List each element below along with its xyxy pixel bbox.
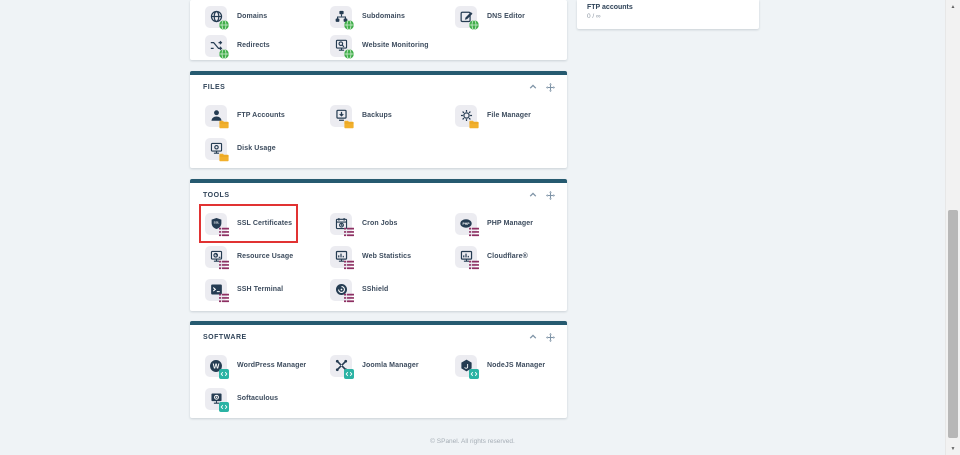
section-title-tools: TOOLS [203, 192, 229, 199]
files-items-grid: FTP Accounts Backups File Manager Disk Usag… [190, 99, 567, 165]
item-label: SSH Terminal [237, 286, 283, 293]
domains-items-grid: Domains Subdomains DNS Editor Redirects Webs… [190, 0, 567, 60]
software-section-header: SOFTWARE [190, 325, 567, 349]
item-label: Joomla Manager [362, 362, 419, 369]
item-ftp-accounts[interactable]: FTP Accounts [205, 99, 285, 132]
item-dns-editor[interactable]: DNS Editor [455, 2, 525, 31]
item-label: Subdomains [362, 13, 405, 20]
terminal-icon [205, 279, 227, 301]
nodejs-icon [455, 355, 477, 377]
edit-pencil-icon [455, 6, 477, 28]
item-ssl-certificates[interactable]: SSL SSL Certificates [205, 207, 292, 240]
monitor-search-icon [330, 35, 352, 57]
stats-card-value: 0 / ∞ [587, 13, 749, 20]
item-wordpress-manager[interactable]: W WordPress Manager [205, 349, 306, 382]
move-icon[interactable] [546, 191, 555, 200]
spiral-shield-icon [330, 279, 352, 301]
item-label: Softaculous [237, 395, 278, 402]
screen-smile-icon [205, 388, 227, 410]
item-label: NodeJS Manager [487, 362, 545, 369]
item-backups[interactable]: Backups [330, 99, 392, 132]
item-ssh-terminal[interactable]: SSH Terminal [205, 273, 283, 306]
item-label: Resource Usage [237, 253, 293, 260]
section-card-domains: Domains Subdomains DNS Editor Redirects Webs… [190, 0, 567, 60]
item-cron-jobs[interactable]: Cron Jobs [330, 207, 398, 240]
tools-items-grid: SSL SSL Certificates Cron Jobs PHP PHP Manag… [190, 207, 567, 306]
gauge-screen-icon [205, 246, 227, 268]
item-label: Cron Jobs [362, 220, 398, 227]
item-label: FTP Accounts [237, 112, 285, 119]
move-icon[interactable] [546, 333, 555, 342]
chevron-up-icon[interactable] [529, 333, 537, 341]
item-label: SShield [362, 286, 388, 293]
shuffle-arrows-icon [205, 35, 227, 57]
item-label: Redirects [237, 42, 270, 49]
item-resource-usage[interactable]: Resource Usage [205, 240, 293, 273]
scroll-down-arrow-icon[interactable]: ▼ [946, 443, 960, 454]
item-disk-usage[interactable]: Disk Usage [205, 132, 276, 165]
section-card-tools: TOOLS SSLSSL CertificatesCron JobsPHPPHP… [190, 179, 567, 311]
ssl-shield-icon: SSL [205, 213, 227, 235]
scrollbar[interactable]: ▲ ▼ [945, 0, 960, 455]
section-title-files: FILES [203, 84, 225, 91]
item-label: WordPress Manager [237, 362, 306, 369]
software-header-actions [529, 333, 555, 342]
usage-stats-card: FTP accounts 0 / ∞ [577, 0, 759, 29]
user-icon [205, 105, 227, 127]
item-label: Web Statistics [362, 253, 411, 260]
svg-text:PHP: PHP [462, 222, 470, 226]
chevron-up-icon[interactable] [529, 191, 537, 199]
item-label: SSL Certificates [237, 220, 292, 227]
page: Domains Subdomains DNS Editor Redirects Webs… [0, 0, 960, 455]
move-icon[interactable] [546, 83, 555, 92]
screen-disk-icon [205, 138, 227, 160]
scroll-up-arrow-icon[interactable]: ▲ [946, 1, 960, 12]
files-header-actions [529, 83, 555, 92]
section-card-files: FILES FTP Accounts Backups File Manager Dis… [190, 71, 567, 168]
section-title-software: SOFTWARE [203, 334, 247, 341]
chart-screen-icon [330, 246, 352, 268]
wordpress-icon: W [205, 355, 227, 377]
item-cloudflare[interactable]: Cloudflare® [455, 240, 528, 273]
item-website-monitoring[interactable]: Website Monitoring [330, 31, 429, 60]
item-label: PHP Manager [487, 220, 533, 227]
item-label: Website Monitoring [362, 42, 429, 49]
software-items-grid: W WordPress Manager Joomla Manager NodeJS M… [190, 349, 567, 415]
item-nodejs-manager[interactable]: NodeJS Manager [455, 349, 545, 382]
item-web-statistics[interactable]: Web Statistics [330, 240, 411, 273]
item-subdomains[interactable]: Subdomains [330, 2, 405, 31]
files-section-header: FILES [190, 75, 567, 99]
item-label: DNS Editor [487, 13, 525, 20]
item-label: Disk Usage [237, 145, 276, 152]
item-label: File Manager [487, 112, 531, 119]
download-box-icon [330, 105, 352, 127]
sitemap-icon [330, 6, 352, 28]
item-file-manager[interactable]: File Manager [455, 99, 531, 132]
item-domains[interactable]: Domains [205, 2, 267, 31]
item-redirects[interactable]: Redirects [205, 31, 270, 60]
php-icon: PHP [455, 213, 477, 235]
svg-text:SSL: SSL [213, 220, 219, 224]
joomla-icon [330, 355, 352, 377]
item-label: Domains [237, 13, 267, 20]
chart-screen-icon [455, 246, 477, 268]
item-sshield[interactable]: SShield [330, 273, 388, 306]
globe-icon [205, 6, 227, 28]
item-php-manager[interactable]: PHP PHP Manager [455, 207, 533, 240]
chevron-up-icon[interactable] [529, 83, 537, 91]
gear-icon [455, 105, 477, 127]
item-label: Backups [362, 112, 392, 119]
tools-section-header: TOOLS [190, 183, 567, 207]
item-label: Cloudflare® [487, 253, 528, 260]
footer-copyright: © SPanel. All rights reserved. [0, 438, 945, 445]
item-softaculous[interactable]: Softaculous [205, 382, 278, 415]
section-card-software: SOFTWARE W WordPress Manager Joomla Manage… [190, 321, 567, 418]
tools-header-actions [529, 191, 555, 200]
calendar-clock-icon [330, 213, 352, 235]
stats-card-title: FTP accounts [587, 4, 749, 11]
item-joomla-manager[interactable]: Joomla Manager [330, 349, 419, 382]
scrollbar-thumb[interactable] [948, 210, 958, 438]
